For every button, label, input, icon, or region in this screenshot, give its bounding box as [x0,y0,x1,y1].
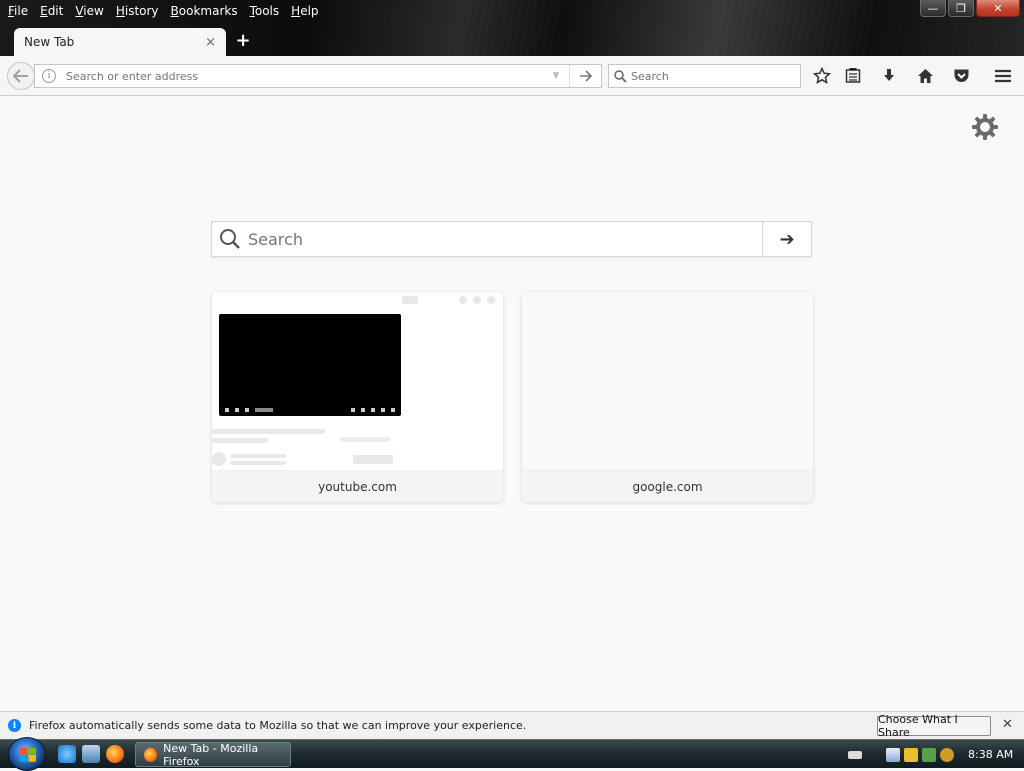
home-icon[interactable] [914,65,936,87]
window-controls: — ❐ ✕ [920,0,1020,17]
tile-label: google.com [522,470,813,502]
tab-close-icon[interactable]: × [205,35,216,50]
taskbar-item-title: New Tab - Mozilla Firefox [163,741,259,768]
go-icon[interactable] [569,65,601,87]
menu-edit[interactable]: Edit [34,1,69,21]
thumb-decor [459,296,467,304]
close-window-button[interactable]: ✕ [976,0,1020,17]
menu-bookmarks[interactable]: Bookmarks [165,1,244,21]
volume-icon[interactable] [940,747,954,762]
firefox-icon[interactable] [106,745,124,763]
back-button[interactable] [7,62,35,90]
data-reporting-notification: i Firefox automatically sends some data … [0,711,1024,739]
thumb-decor [230,461,286,465]
minimize-button[interactable]: — [920,0,946,17]
start-button[interactable] [8,737,46,771]
thumb-decor [473,296,481,304]
search-bar[interactable] [608,64,801,88]
new-tab-button[interactable]: + [234,32,252,50]
firefox-icon [144,747,158,762]
search-icon [212,228,248,250]
navigation-toolbar: i ▼ [0,56,1024,96]
pocket-icon[interactable] [950,65,972,87]
search-go-button[interactable]: ➔ [762,222,811,256]
thumb-decor [212,438,268,443]
taskbar-clock[interactable]: 8:38 AM [968,748,1013,761]
search-icon [609,69,631,83]
search-input[interactable] [631,69,800,83]
menu-bar: File Edit View History Bookmarks Tools H… [0,0,325,22]
notification-message: Firefox automatically sends some data to… [29,719,527,732]
thumb-decor [212,429,325,434]
choose-what-i-share-button[interactable]: Choose What I Share [877,713,991,739]
thumb-decor [340,437,390,442]
tile-thumbnail [522,292,813,470]
internet-explorer-icon[interactable] [58,745,76,763]
window-title-area: File Edit View History Bookmarks Tools H… [0,0,1024,56]
windows-taskbar: New Tab - Mozilla Firefox 8:38 AM [0,737,1024,771]
thumb-decor [212,452,226,466]
menu-history[interactable]: History [110,1,165,21]
newtab-search-input[interactable] [248,229,762,249]
bookmarks-list-icon[interactable] [842,65,864,87]
gear-icon[interactable] [969,111,1001,143]
tab-title: New Tab [24,35,75,49]
menu-tools[interactable]: Tools [244,1,286,21]
video-player-thumbnail [219,314,401,416]
site-info-icon[interactable]: i [42,69,56,83]
video-controls [219,404,401,416]
network-icon[interactable] [922,747,936,762]
download-icon[interactable] [878,65,900,87]
newtab-search-box[interactable]: ➔ [211,221,812,257]
thumb-decor [230,454,286,458]
taskbar-item-firefox[interactable]: New Tab - Mozilla Firefox [135,741,291,768]
url-input[interactable] [66,66,543,86]
keyboard-icon[interactable] [848,750,862,759]
dropmarker-icon[interactable]: ▼ [543,71,569,81]
menu-file[interactable]: File [2,1,34,21]
tab-new-tab[interactable]: New Tab × [14,28,226,56]
url-bar[interactable]: i ▼ [34,64,602,88]
show-desktop-icon[interactable] [82,745,100,763]
security-shield-icon[interactable] [904,747,918,762]
bookmark-star-icon[interactable] [811,65,833,87]
close-icon[interactable]: ✕ [1002,717,1013,732]
top-site-tile-google[interactable]: google.com [522,292,813,502]
thumb-decor [487,296,495,304]
restore-button[interactable]: ❐ [948,0,974,17]
menu-help[interactable]: Help [285,1,324,21]
tile-label: youtube.com [212,470,503,502]
thumb-decor [353,455,393,464]
back-icon [13,69,28,83]
menu-view[interactable]: View [69,1,109,21]
action-center-icon[interactable] [886,747,900,762]
hamburger-menu-icon[interactable] [992,65,1014,87]
new-tab-page: ➔ youtube.com google.com [0,97,1024,711]
info-icon: i [8,719,21,732]
thumb-decor [402,296,418,304]
top-site-tile-youtube[interactable]: youtube.com [212,292,503,502]
tile-thumbnail [212,292,503,470]
